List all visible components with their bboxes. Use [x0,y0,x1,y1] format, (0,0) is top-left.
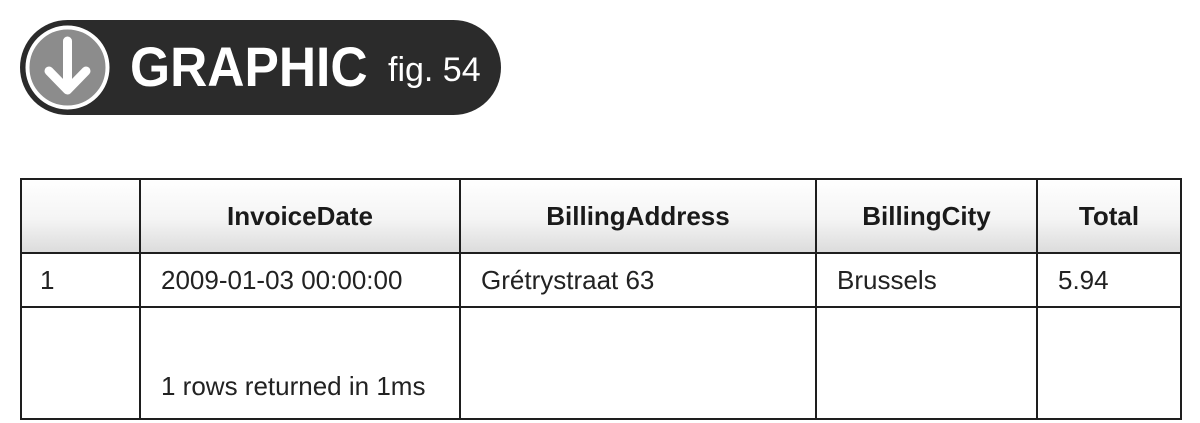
empty-cell [459,306,817,420]
row-number-header[interactable] [20,178,141,254]
column-header-billingaddress[interactable]: BillingAddress [459,178,817,254]
badge-title: GRAPHIC [130,35,368,98]
billingaddress-cell[interactable]: Grétrystraat 63 [459,252,817,308]
invoicedate-cell[interactable]: 2009-01-03 00:00:00 [139,252,461,308]
query-result-table: InvoiceDate BillingAddress BillingCity T… [20,178,1182,420]
total-cell[interactable]: 5.94 [1036,252,1182,308]
figure-number: fig. 54 [388,51,481,89]
column-header-total[interactable]: Total [1036,178,1182,254]
arrow-down-circle-icon [25,25,110,110]
figure-badge: GRAPHIC fig. 54 [20,20,501,115]
empty-cell [20,306,141,420]
empty-cell [815,306,1038,420]
empty-cell [1036,306,1182,420]
status-row: 1 rows returned in 1ms [20,306,1182,420]
header-row: InvoiceDate BillingAddress BillingCity T… [20,178,1182,254]
row-number-cell: 1 [20,252,141,308]
column-header-invoicedate[interactable]: InvoiceDate [139,178,461,254]
column-header-billingcity[interactable]: BillingCity [815,178,1038,254]
billingcity-cell[interactable]: Brussels [815,252,1038,308]
table-row[interactable]: 1 2009-01-03 00:00:00 Grétrystraat 63 Br… [20,252,1182,308]
status-message: 1 rows returned in 1ms [139,306,461,420]
